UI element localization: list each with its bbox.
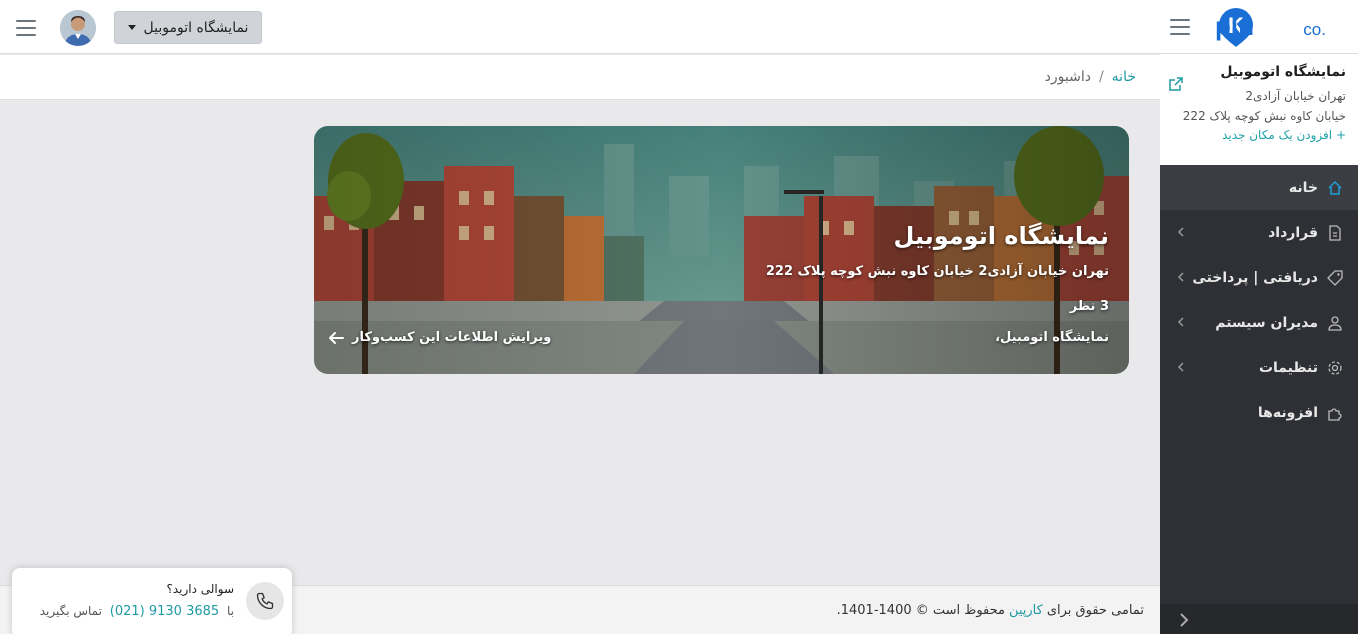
sidebar-nav: خانه قرارداد دریافتی | پرداختی مدیران سی…	[1160, 165, 1358, 435]
sidebar-item-label: دریافتی | پرداختی	[1192, 269, 1318, 286]
chevron-left-icon	[1177, 317, 1184, 327]
business-selector-label: نمایشگاه اتوموبیل	[143, 19, 249, 36]
document-icon	[1326, 224, 1344, 242]
help-question: سوالی دارید؟	[166, 582, 234, 596]
arrow-left-icon	[329, 331, 344, 344]
phone-icon	[256, 592, 274, 610]
footer-brand-link[interactable]: کارپین	[1009, 603, 1043, 618]
sidebar-item-admins[interactable]: مدیران سیستم	[1160, 300, 1358, 345]
puzzle-icon	[1326, 404, 1344, 422]
user-avatar[interactable]	[60, 10, 96, 46]
banner-business-name: نمایشگاه اتوموبیل	[893, 222, 1109, 250]
karpin-logo[interactable]: K arpin .co	[1216, 6, 1354, 48]
breadcrumb-home-link[interactable]: خانه	[1112, 69, 1136, 85]
external-link-icon[interactable]	[1168, 76, 1184, 92]
chevron-left-icon	[1177, 362, 1184, 372]
footer-prefix: تمامی حقوق برای	[1046, 602, 1144, 618]
tag-icon	[1326, 269, 1344, 287]
business-address-line1: تهران خیابان آزادی2	[1245, 89, 1346, 103]
logo-suffix: .co	[1303, 20, 1326, 39]
chevron-right-icon	[1180, 613, 1189, 627]
sidebar-item-label: خانه	[1288, 179, 1318, 196]
chevron-left-icon	[1177, 272, 1184, 282]
user-icon	[1326, 314, 1344, 332]
top-header: نمایشگاه اتوموبیل	[0, 0, 1160, 54]
sidebar-item-label: افزونه‌ها	[1257, 404, 1318, 421]
home-icon	[1326, 179, 1344, 197]
business-name: نمایشگاه اتوموبیل	[1220, 64, 1346, 80]
edit-business-link[interactable]: ویرایش اطلاعات این کسب‌وکار	[328, 330, 551, 345]
footer-suffix: محفوظ است © 1400-1401.	[836, 602, 1005, 618]
banner-category: نمایشگاه اتومبیل،	[995, 330, 1109, 345]
phone-button[interactable]	[246, 582, 284, 620]
add-location-link[interactable]: + افزودن یک مکان جدید	[1172, 128, 1346, 142]
help-call-text: با (021) 9130 3685 تماس بگیرید	[40, 604, 234, 619]
logo-wordmark: arpin	[1216, 11, 1254, 41]
sidebar: K arpin .co نمایشگاه اتوموبیل تهران خیاب…	[1160, 0, 1358, 634]
business-banner: نمایشگاه اتوموبیل تهران خیابان آزادی2 خی…	[314, 126, 1129, 374]
sidebar-item-contract[interactable]: قرارداد	[1160, 210, 1358, 255]
sidebar-item-plugins[interactable]: افزونه‌ها	[1160, 390, 1358, 435]
banner-reviews-count[interactable]: 3 نظر	[1070, 299, 1109, 314]
caret-down-icon	[127, 25, 136, 30]
edit-business-label: ویرایش اطلاعات این کسب‌وکار	[352, 330, 552, 345]
business-address-line2: خیابان کاوه نبش کوچه پلاک 222	[1182, 109, 1346, 123]
help-phone-number[interactable]: (021) 9130 3685	[110, 604, 219, 619]
breadcrumb-separator: /	[1098, 69, 1104, 85]
breadcrumb-current: داشبورد	[1044, 69, 1091, 85]
banner-address: تهران خیابان آزادی2 خیابان کاوه نبش کوچه…	[765, 264, 1109, 279]
help-call-suffix: تماس بگیرید	[39, 604, 102, 618]
sidebar-item-home[interactable]: خانه	[1160, 165, 1358, 210]
sidebar-toggle-icon[interactable]	[1170, 19, 1190, 35]
sidebar-item-settings[interactable]: تنظیمات	[1160, 345, 1358, 390]
sidebar-brand: K arpin .co	[1160, 0, 1358, 54]
sidebar-item-label: مدیران سیستم	[1215, 314, 1318, 331]
sidebar-item-payments[interactable]: دریافتی | پرداختی	[1160, 255, 1358, 300]
menu-toggle-icon[interactable]	[16, 20, 36, 36]
help-call-prefix: با	[227, 604, 234, 618]
business-card: نمایشگاه اتوموبیل تهران خیابان آزادی2 خی…	[1160, 54, 1358, 165]
help-contact-box: سوالی دارید؟ با (021) 9130 3685 تماس بگی…	[12, 568, 292, 634]
breadcrumb: خانه / داشبورد	[0, 55, 1160, 100]
gear-icon	[1326, 359, 1344, 377]
sidebar-item-label: قرارداد	[1268, 224, 1318, 241]
sidebar-collapse-bar[interactable]	[1160, 604, 1358, 634]
business-selector-dropdown[interactable]: نمایشگاه اتوموبیل	[114, 11, 262, 44]
sidebar-item-label: تنظیمات	[1258, 359, 1318, 376]
chevron-left-icon	[1177, 227, 1184, 237]
